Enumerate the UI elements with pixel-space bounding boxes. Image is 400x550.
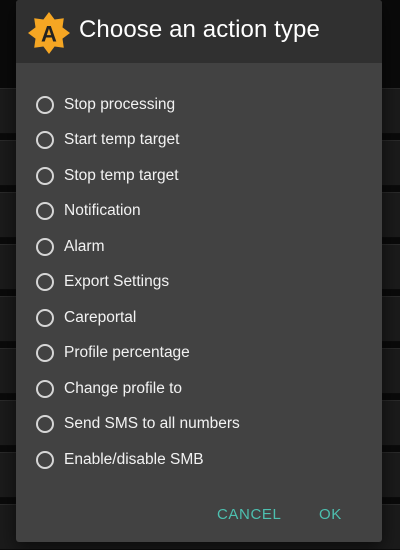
option-profile-percentage[interactable]: Profile percentage [16,336,382,372]
radio-button[interactable] [36,379,54,398]
option-label: Export Settings [64,273,170,291]
option-label: Stop processing [64,95,176,113]
option-stop-processing[interactable]: Stop processing [16,87,382,123]
radio-button[interactable] [36,202,54,221]
option-label: Start temp target [64,131,180,149]
option-change-profile-to[interactable]: Change profile to [16,371,382,407]
app-logo-icon: A [28,12,70,54]
radio-button[interactable] [36,166,54,185]
dialog-title: Choose an action type [79,16,320,43]
option-alarm[interactable]: Alarm [16,229,382,265]
option-send-sms-to-all-numbers[interactable]: Send SMS to all numbers [16,407,382,443]
radio-button[interactable] [36,131,54,150]
ok-button[interactable]: OK [319,498,342,532]
option-label: Change profile to [64,379,183,397]
option-start-temp-target[interactable]: Start temp target [16,123,382,159]
dialog-header: A Choose an action type [16,0,382,63]
screen: A Choose an action type Stop processing … [0,0,400,550]
option-export-settings[interactable]: Export Settings [16,265,382,301]
action-type-dialog: A Choose an action type Stop processing … [16,0,382,542]
option-stop-temp-target[interactable]: Stop temp target [16,158,382,194]
option-label: Enable/disable SMB [64,450,204,468]
option-enable-disable-smb[interactable]: Enable/disable SMB [16,442,382,478]
radio-button[interactable] [36,95,54,114]
option-notification[interactable]: Notification [16,194,382,230]
option-careportal[interactable]: Careportal [16,300,382,336]
option-label: Profile percentage [64,344,190,362]
option-label: Careportal [64,308,137,326]
action-type-options: Stop processing Start temp target Stop t… [16,87,382,478]
radio-button[interactable] [36,415,54,434]
option-label: Stop temp target [64,166,179,184]
radio-button[interactable] [36,450,54,469]
radio-button[interactable] [36,344,54,363]
cancel-button[interactable]: CANCEL [217,498,281,532]
radio-button[interactable] [36,273,54,292]
option-label: Send SMS to all numbers [64,415,240,433]
dialog-buttons: CANCEL OK [16,498,382,532]
radio-button[interactable] [36,308,54,327]
radio-button[interactable] [36,237,54,256]
option-label: Alarm [64,237,105,255]
option-label: Notification [64,202,141,220]
app-logo-letter: A [41,22,57,47]
